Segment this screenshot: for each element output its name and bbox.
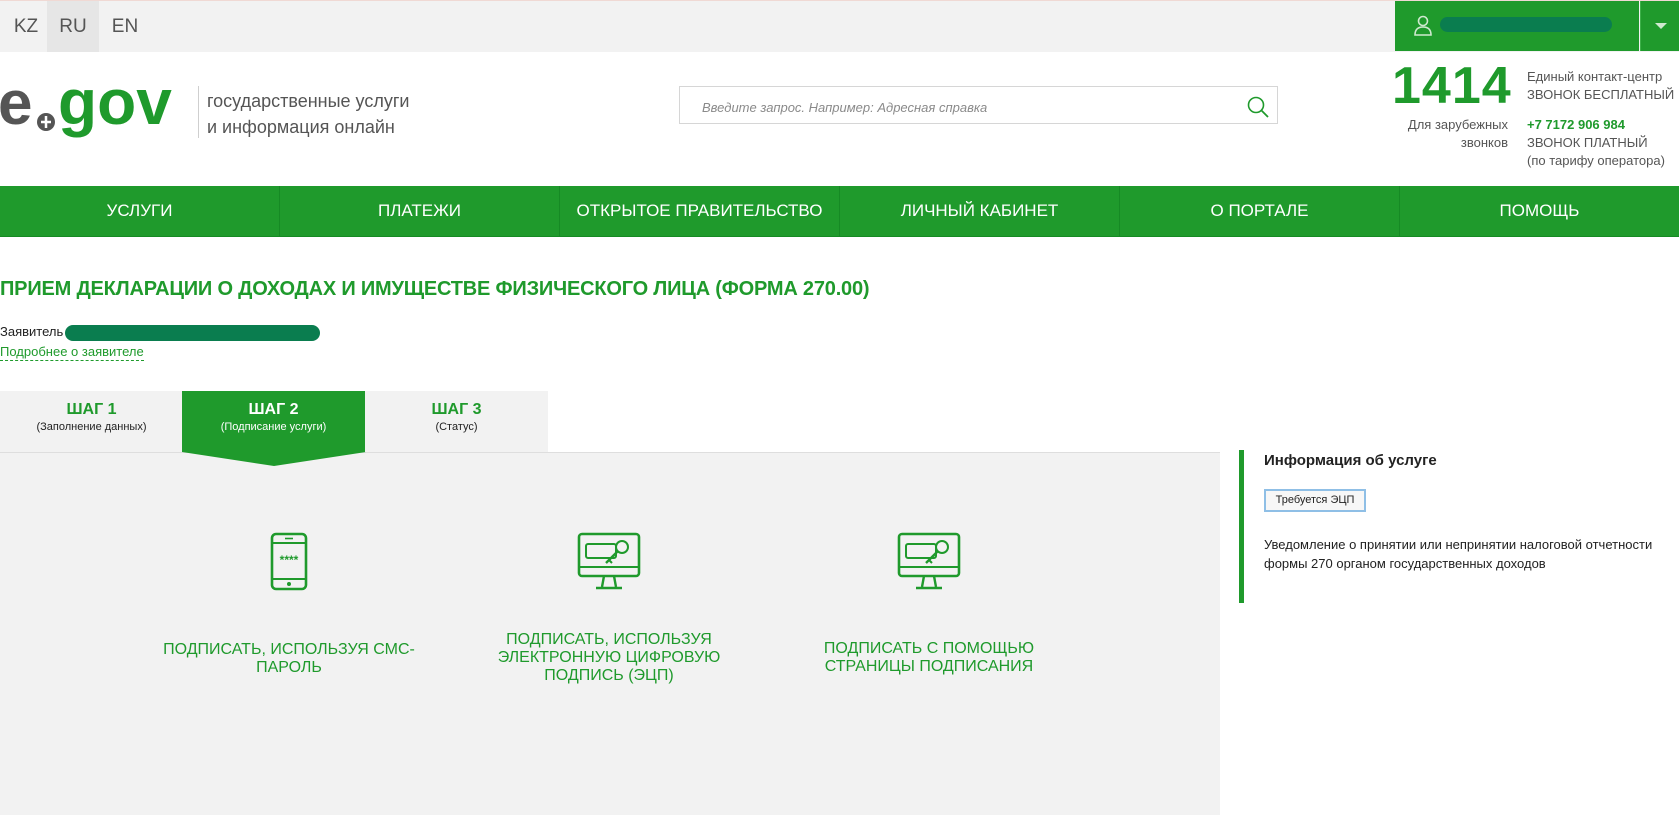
search-icon[interactable] (1246, 95, 1270, 119)
step-3-subtitle: (Статус) (435, 421, 478, 433)
foreign-calls-label: Для зарубежных звонков (1407, 117, 1508, 150)
main-nav: УСЛУГИ ПЛАТЕЖИ ОТКРЫТОЕ ПРАВИТЕЛЬСТВО ЛИ… (0, 186, 1679, 237)
paid-phone-number[interactable]: +7 7172 906 984 (1527, 116, 1665, 134)
service-info-panel: Информация об услуге Требуется ЭЦП Уведо… (1239, 450, 1679, 603)
user-account-button[interactable] (1395, 1, 1639, 51)
eds-required-badge: Требуется ЭЦП (1264, 489, 1366, 512)
chevron-down-icon (1655, 23, 1667, 29)
step-3-title: ШАГ 3 (431, 401, 482, 418)
lang-ru[interactable]: RU (47, 1, 99, 52)
applicant-row: Заявитель (0, 324, 321, 341)
sign-page-label: ПОДПИСАТЬ С ПОМОЩЬЮ СТРАНИЦЫ ПОДПИСАНИЯ (823, 640, 1035, 675)
tagline-divider (198, 86, 199, 138)
nav-help[interactable]: ПОМОЩЬ (1400, 186, 1679, 236)
active-step-pointer (182, 452, 366, 466)
sign-eds-option[interactable]: ПОДПИСАТЬ, ИСПОЛЬЗУЯ ЭЛЕКТРОННУЮ ЦИФРОВУ… (479, 531, 739, 685)
lang-en[interactable]: EN (99, 1, 151, 52)
redacted-applicant-name (65, 324, 321, 341)
svg-text:gov: gov (58, 72, 172, 138)
nav-services[interactable]: УСЛУГИ (0, 186, 280, 236)
contact-center-label: Единый контакт-центр (1527, 69, 1663, 84)
contact-center-number: 1414 (1392, 57, 1512, 115)
search-box (679, 86, 1278, 124)
sign-sms-option[interactable]: **** ПОДПИСАТЬ, ИСПОЛЬЗУЯ СМС-ПАРОЛЬ (159, 531, 419, 677)
page-title: ПРИЕМ ДЕКЛАРАЦИИ О ДОХОДАХ И ИМУЩЕСТВЕ Ф… (0, 278, 870, 300)
monitor-key-icon (897, 532, 961, 590)
step-1-subtitle: (Заполнение данных) (36, 421, 147, 433)
tagline: государственные услуги и информация онла… (207, 88, 409, 140)
step-2-subtitle: (Подписание услуги) (220, 421, 327, 433)
nav-personal-cabinet[interactable]: ЛИЧНЫЙ КАБИНЕТ (840, 186, 1120, 236)
nav-payments[interactable]: ПЛАТЕЖИ (280, 186, 560, 236)
user-icon (1414, 15, 1432, 36)
egov-logo[interactable]: e gov (0, 72, 190, 144)
redacted-user-name (1440, 17, 1612, 32)
tagline-line-1: государственные услуги (207, 91, 410, 111)
service-info-description: Уведомление о принятии или непринятии на… (1264, 537, 1653, 571)
sign-eds-label: ПОДПИСАТЬ, ИСПОЛЬЗУЯ ЭЛЕКТРОННУЮ ЦИФРОВУ… (497, 631, 721, 684)
sign-sms-label: ПОДПИСАТЬ, ИСПОЛЬЗУЯ СМС-ПАРОЛЬ (163, 641, 415, 676)
lang-kz[interactable]: KZ (0, 1, 52, 52)
sign-page-option[interactable]: ПОДПИСАТЬ С ПОМОЩЬЮ СТРАНИЦЫ ПОДПИСАНИЯ (799, 531, 1059, 676)
svg-text:****: **** (280, 553, 299, 567)
service-info-heading: Информация об услуге (1264, 452, 1437, 469)
smartphone-password-icon: **** (270, 532, 308, 591)
step-tabs: ШАГ 1 (Заполнение данных) ШАГ 2 (Подписа… (0, 391, 548, 452)
step-3-tab[interactable]: ШАГ 3 (Статус) (365, 391, 548, 452)
paid-phone-info: +7 7172 906 984 ЗВОНОК ПЛАТНЫЙ (по тариф… (1527, 116, 1665, 170)
nav-open-government[interactable]: ОТКРЫТОЕ ПРАВИТЕЛЬСТВО (560, 186, 840, 236)
contact-center-info: Единый контакт-центр ЗВОНОК БЕСПЛАТНЫЙ (1527, 68, 1674, 104)
applicant-label: Заявитель (0, 324, 64, 339)
free-call-label: ЗВОНОК БЕСПЛАТНЫЙ (1527, 87, 1675, 102)
svg-text:e: e (0, 72, 32, 138)
step-2-title: ШАГ 2 (248, 401, 299, 418)
step-1-title: ШАГ 1 (66, 401, 117, 418)
user-menu-dropdown[interactable] (1640, 1, 1679, 51)
search-input[interactable] (700, 96, 1224, 118)
monitor-key-icon (577, 532, 641, 590)
applicant-details-link[interactable]: Подробнее о заявителе (0, 344, 144, 361)
step-2-tab[interactable]: ШАГ 2 (Подписание услуги) (182, 391, 365, 452)
signing-options-panel: **** ПОДПИСАТЬ, ИСПОЛЬЗУЯ СМС-ПАРОЛЬ ПОД… (0, 453, 1220, 815)
step-1-tab[interactable]: ШАГ 1 (Заполнение данных) (0, 391, 183, 452)
paid-call-label: ЗВОНОК ПЛАТНЫЙ (1527, 135, 1648, 150)
nav-about-portal[interactable]: О ПОРТАЛЕ (1120, 186, 1400, 236)
tagline-line-2: и информация онлайн (207, 117, 395, 137)
operator-tariff-label: (по тарифу оператора) (1527, 153, 1665, 168)
